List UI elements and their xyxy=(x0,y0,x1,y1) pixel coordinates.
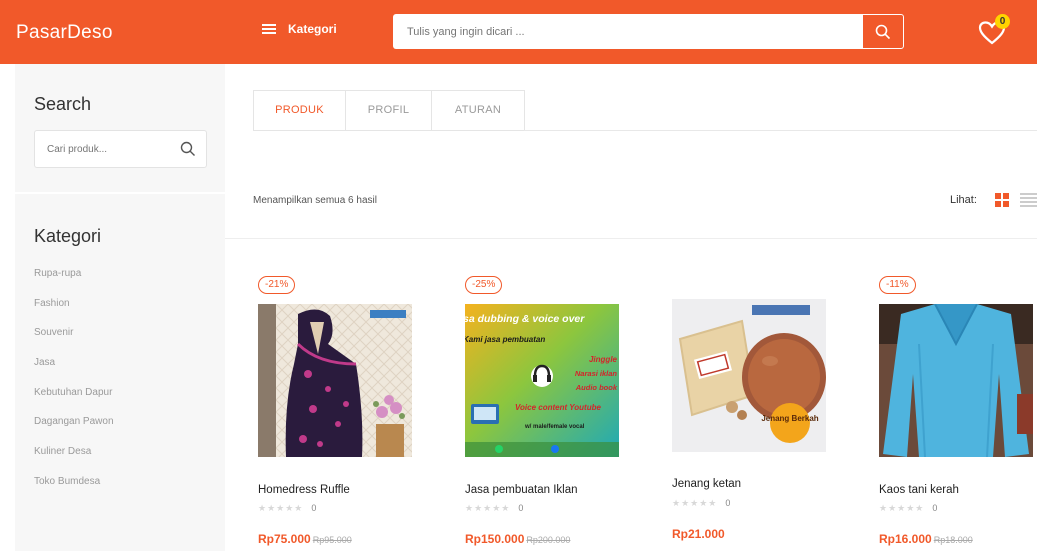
product-name[interactable]: Jasa pembuatan Iklan xyxy=(465,484,578,496)
rating-stars: ★★★★★ 0 xyxy=(258,503,317,513)
product-price: Rp21.000 xyxy=(672,527,725,541)
sidebar-item-kuliner-desa[interactable]: Kuliner Desa xyxy=(34,446,114,476)
sidebar-item-dagangan-pawon[interactable]: Dagangan Pawon xyxy=(34,416,114,446)
discount-badge: -11% xyxy=(879,276,916,294)
product-image[interactable] xyxy=(879,304,1033,457)
view-mode-label: Lihat: xyxy=(950,194,977,206)
site-logo[interactable]: PasarDeso xyxy=(16,22,113,44)
discount-badge: -21% xyxy=(258,276,296,294)
sidebar-item-jasa[interactable]: Jasa xyxy=(34,357,114,387)
product-image[interactable] xyxy=(258,304,412,457)
promo-headline: sa dubbing & voice over xyxy=(465,313,585,325)
search-icon[interactable] xyxy=(180,141,196,157)
product-price: Rp75.000 Rp95.000 xyxy=(258,532,352,546)
tab-produk[interactable]: PRODUK xyxy=(254,91,346,130)
sidebar-divider xyxy=(15,192,225,194)
tab-profil[interactable]: PROFIL xyxy=(346,91,432,130)
tabs-underline xyxy=(524,130,1037,131)
product-image[interactable]: sa dubbing & voice over Kami jasa pembua… xyxy=(465,304,619,457)
sidebar: Search Kategori Rupa-rupa Fashion Souven… xyxy=(15,64,225,551)
header-search-input[interactable] xyxy=(393,14,862,49)
hamburger-icon xyxy=(262,24,276,34)
product-name[interactable]: Kaos tani kerah xyxy=(879,484,959,496)
wishlist-count-badge: 0 xyxy=(995,14,1010,29)
promo-line: Kami jasa pembuatan xyxy=(465,335,545,344)
product-image[interactable]: Jenang Berkah xyxy=(672,299,826,452)
promo-line: Audio book xyxy=(575,383,618,392)
promo-line: Jinggle xyxy=(589,355,618,364)
tab-aturan[interactable]: ATURAN xyxy=(432,91,524,130)
promo-line: Narasi iklan xyxy=(575,369,618,378)
store-tabs: PRODUK PROFIL ATURAN xyxy=(253,90,525,131)
category-list: Rupa-rupa Fashion Souvenir Jasa Kebutuha… xyxy=(34,268,114,506)
search-icon xyxy=(875,24,891,39)
sidebar-item-rupa-rupa[interactable]: Rupa-rupa xyxy=(34,268,114,298)
rating-stars: ★★★★★ 0 xyxy=(879,503,938,513)
result-count: Menampilkan semua 6 hasil xyxy=(253,195,377,206)
product-price: Rp150.000 Rp200.000 xyxy=(465,532,571,546)
list-view-icon[interactable] xyxy=(1020,193,1037,207)
sidebar-item-toko-bumdesa[interactable]: Toko Bumdesa xyxy=(34,476,114,506)
rating-stars: ★★★★★ 0 xyxy=(672,498,731,508)
category-menu-button[interactable]: Kategori xyxy=(262,22,337,36)
grid-view-icon[interactable] xyxy=(995,193,1009,207)
top-header: PasarDeso Kategori 0 xyxy=(0,0,1037,64)
sidebar-item-fashion[interactable]: Fashion xyxy=(34,298,114,328)
content-divider xyxy=(225,238,1037,239)
sidebar-item-kebutuhan-dapur[interactable]: Kebutuhan Dapur xyxy=(34,387,114,417)
sidebar-search-title: Search xyxy=(34,94,92,114)
sidebar-search-input[interactable] xyxy=(35,131,165,167)
header-search-button[interactable] xyxy=(862,14,904,49)
sidebar-item-souvenir[interactable]: Souvenir xyxy=(34,327,114,357)
product-price: Rp16.000 Rp18.000 xyxy=(879,532,973,546)
discount-badge: -25% xyxy=(465,276,503,294)
product-name[interactable]: Homedress Ruffle xyxy=(258,484,350,496)
rating-stars: ★★★★★ 0 xyxy=(465,503,524,513)
sidebar-search-field[interactable] xyxy=(34,130,207,168)
sidebar-category-title: Kategori xyxy=(34,226,102,246)
category-menu-label: Kategori xyxy=(288,22,337,36)
product-sticker: Jenang Berkah xyxy=(761,414,818,423)
product-name[interactable]: Jenang ketan xyxy=(672,478,741,490)
promo-line: Voice content Youtube xyxy=(515,403,601,412)
header-search-field[interactable] xyxy=(393,14,862,49)
promo-line: w/ male/female vocal xyxy=(524,424,585,430)
